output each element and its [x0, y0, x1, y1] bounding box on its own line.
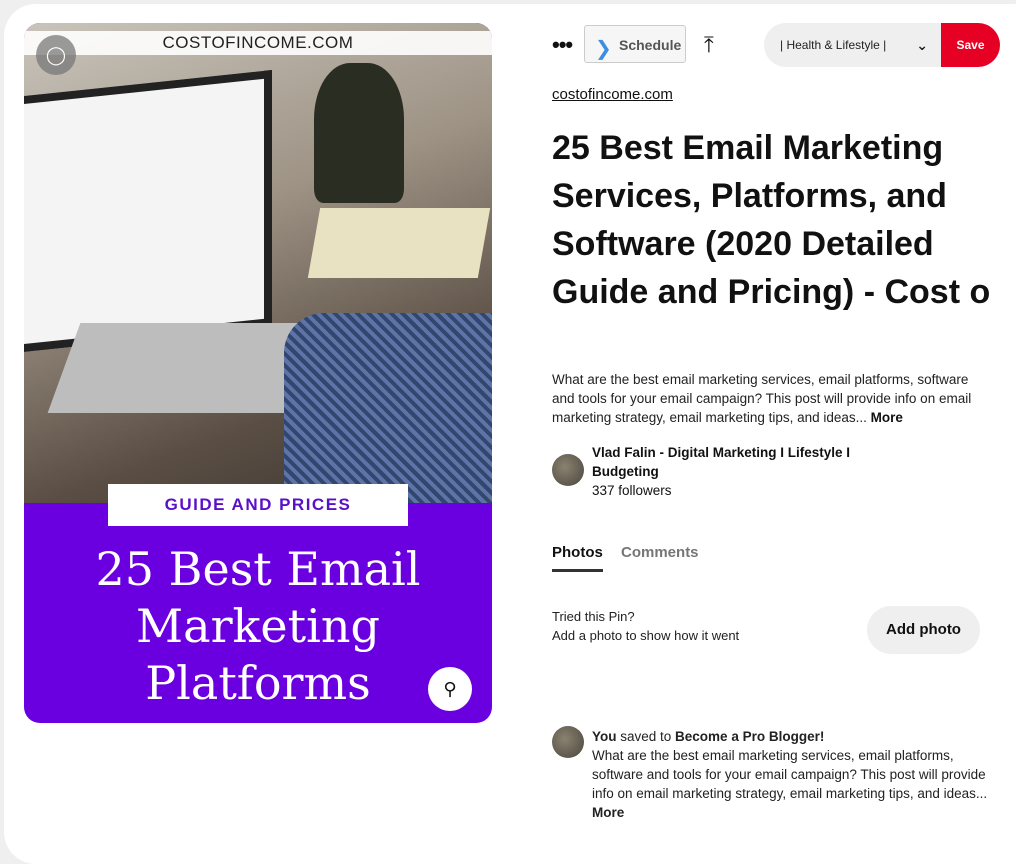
- tailwind-icon: ❯: [595, 38, 612, 60]
- more-link[interactable]: More: [871, 410, 903, 425]
- add-photo-button[interactable]: Add photo: [867, 606, 980, 654]
- follower-count: 337 followers: [592, 483, 672, 498]
- image-band-text: GUIDE AND PRICES: [108, 484, 408, 526]
- tabs: Photos Comments: [552, 544, 713, 572]
- author-name[interactable]: Vlad Falin - Digital Marketing I Lifesty…: [592, 443, 892, 481]
- save-button[interactable]: Save: [941, 23, 1000, 67]
- image-site-text: COSTOFINCOME.COM: [24, 31, 492, 55]
- more-options-button[interactable]: •••: [552, 32, 573, 58]
- description-text: What are the best email marketing servic…: [552, 372, 972, 425]
- activity-verb: saved to: [616, 729, 676, 744]
- avatar[interactable]: [552, 726, 584, 758]
- activity-description: What are the best email marketing servic…: [592, 748, 988, 801]
- tried-line: Tried this Pin?: [552, 609, 635, 624]
- image-title-line: Platforms: [145, 656, 371, 710]
- tried-prompt: Tried this Pin? Add a photo to show how …: [552, 607, 739, 645]
- board-select[interactable]: | Health & Lifestyle | ⌄: [764, 23, 942, 67]
- activity-board[interactable]: Become a Pro Blogger!: [675, 729, 824, 744]
- image-title: 25 Best Email Marketing Platforms: [24, 541, 492, 712]
- pin-image[interactable]: COSTOFINCOME.COM GUIDE AND PRICES 25 Bes…: [24, 23, 492, 723]
- tab-photos[interactable]: Photos: [552, 544, 603, 572]
- tag-icon[interactable]: ◯: [36, 35, 76, 75]
- more-link[interactable]: More: [592, 805, 624, 820]
- shirt-sleeve: [284, 313, 492, 503]
- avatar[interactable]: [552, 454, 584, 486]
- board-select-label: | Health & Lifestyle |: [780, 38, 887, 52]
- schedule-button[interactable]: ❯ Schedule: [584, 25, 686, 63]
- image-title-line: 25 Best Email: [95, 542, 421, 596]
- book: [307, 208, 491, 278]
- plant: [314, 63, 404, 203]
- tab-comments[interactable]: Comments: [621, 544, 699, 569]
- pin-description: What are the best email marketing servic…: [552, 370, 988, 427]
- upload-icon[interactable]: ⤒: [704, 32, 714, 58]
- schedule-label: Schedule: [619, 37, 682, 53]
- activity-actor[interactable]: You: [592, 729, 617, 744]
- pin-title: 25 Best Email Marketing Services, Platfo…: [552, 129, 991, 311]
- author-info: Vlad Falin - Digital Marketing I Lifesty…: [592, 443, 892, 500]
- activity-item: You saved to Become a Pro Blogger! What …: [592, 727, 992, 822]
- tried-line: Add a photo to show how it went: [552, 628, 740, 643]
- chevron-down-icon: ⌄: [916, 37, 928, 53]
- image-title-line: Marketing: [136, 599, 380, 653]
- source-link[interactable]: costofincome.com: [552, 86, 673, 103]
- laptop-photo: [24, 23, 492, 503]
- laptop-screen: [24, 69, 272, 353]
- visual-search-icon[interactable]: ⚲: [428, 667, 472, 711]
